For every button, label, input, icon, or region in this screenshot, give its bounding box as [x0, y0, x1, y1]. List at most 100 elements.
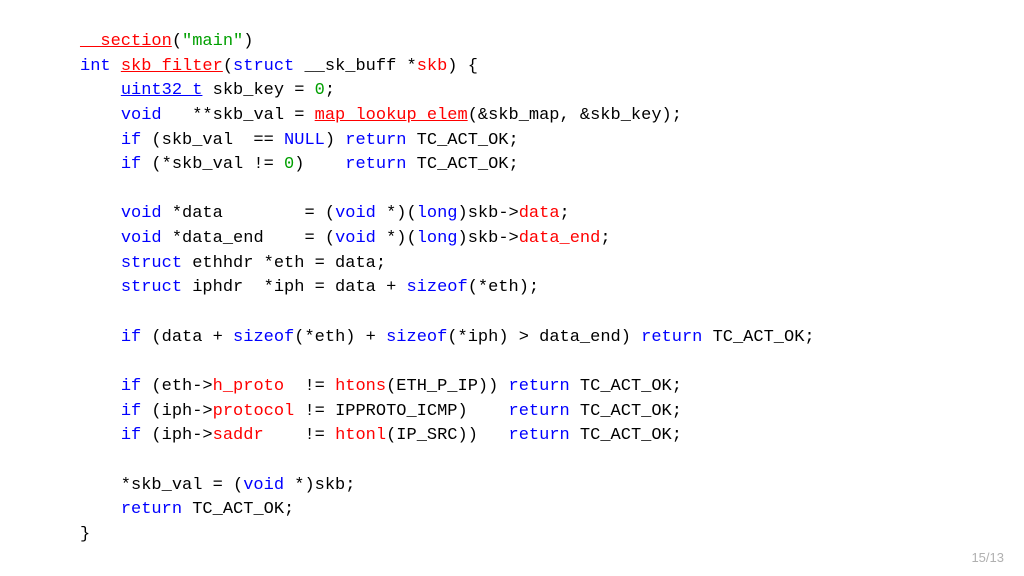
code-line: __section("main") — [80, 30, 815, 55]
code-token: __section — [80, 32, 172, 51]
code-token: *data_end = ( — [162, 229, 335, 248]
code-token: ) — [243, 32, 253, 51]
code-line: struct ethhdr *eth = data; — [80, 252, 815, 277]
code-token: **skb_val = — [162, 106, 315, 125]
code-token: (ETH_P_IP)) — [386, 377, 508, 396]
code-line: struct iphdr *iph = data + sizeof(*eth); — [80, 276, 815, 301]
code-token: if — [121, 155, 141, 174]
code-token: TC_ACT_OK; — [182, 500, 294, 519]
code-line — [80, 301, 815, 326]
code-token: struct — [121, 254, 182, 273]
code-token — [80, 402, 121, 421]
code-token: void — [121, 106, 162, 125]
code-token: TC_ACT_OK; — [406, 131, 518, 150]
code-token: sizeof — [406, 278, 467, 297]
code-token: )skb — [458, 204, 499, 223]
code-token: *)( — [376, 204, 417, 223]
code-token: skb_key = — [202, 81, 314, 100]
code-token: void — [335, 204, 376, 223]
code-token — [80, 377, 121, 396]
code-token: (*eth) + — [294, 328, 386, 347]
code-token: } — [80, 525, 90, 544]
code-token: (*skb_val != — [141, 155, 284, 174]
code-line: void *data = (void *)(long)skb->data; — [80, 202, 815, 227]
code-token: TC_ACT_OK; — [570, 377, 682, 396]
code-token: return — [509, 402, 570, 421]
code-token: TC_ACT_OK; — [406, 155, 518, 174]
code-token: return — [345, 155, 406, 174]
code-token: *)( — [376, 229, 417, 248]
code-token: (eth — [141, 377, 192, 396]
code-token: (data + — [141, 328, 233, 347]
code-token — [80, 451, 90, 470]
code-token: ; — [560, 204, 570, 223]
code-token: struct — [233, 57, 294, 76]
code-line: uint32_t skb_key = 0; — [80, 79, 815, 104]
code-token — [80, 204, 121, 223]
code-token: uint32_t — [121, 81, 203, 100]
code-token: != IPPROTO_ICMP) — [294, 402, 508, 421]
page-number: 15/13 — [971, 549, 1004, 568]
code-line: if (skb_val == NULL) return TC_ACT_OK; — [80, 129, 815, 154]
code-token: TC_ACT_OK; — [702, 328, 814, 347]
code-token: 0 — [284, 155, 294, 174]
code-token: if — [121, 131, 141, 150]
code-token: (*eth); — [468, 278, 539, 297]
code-token: ; — [600, 229, 610, 248]
code-token: *skb_val = ( — [80, 476, 243, 495]
code-line: void *data_end = (void *)(long)skb->data… — [80, 227, 815, 252]
code-token — [80, 352, 90, 371]
code-token: htonl — [335, 426, 386, 445]
code-token: ethhdr *eth = data; — [182, 254, 386, 273]
code-token: return — [509, 426, 570, 445]
code-token — [80, 303, 90, 322]
code-line: int skb_filter(struct __sk_buff *skb) { — [80, 55, 815, 80]
code-token: protocol — [213, 402, 295, 421]
code-token: void — [121, 229, 162, 248]
code-line: return TC_ACT_OK; — [80, 498, 815, 523]
code-token: skb_filter — [121, 57, 223, 76]
code-token: -> — [192, 402, 212, 421]
code-token — [80, 426, 121, 445]
code-line: void **skb_val = map_lookup_elem(&skb_ma… — [80, 104, 815, 129]
code-line: if (iph->protocol != IPPROTO_ICMP) retur… — [80, 400, 815, 425]
code-token: (iph — [141, 426, 192, 445]
code-token: long — [417, 204, 458, 223]
code-line: } — [80, 523, 815, 548]
code-token: if — [121, 402, 141, 421]
code-line — [80, 178, 815, 203]
code-token: data — [519, 204, 560, 223]
code-token: if — [121, 426, 141, 445]
code-token: ) — [325, 131, 345, 150]
code-token: __sk_buff * — [294, 57, 416, 76]
code-token: return — [345, 131, 406, 150]
code-line: if (data + sizeof(*eth) + sizeof(*iph) >… — [80, 326, 815, 351]
code-token: void — [121, 204, 162, 223]
code-token: void — [243, 476, 284, 495]
code-token: -> — [192, 426, 212, 445]
code-token: TC_ACT_OK; — [570, 402, 682, 421]
code-token: sizeof — [386, 328, 447, 347]
code-token: -> — [498, 204, 518, 223]
code-line: if (*skb_val != 0) return TC_ACT_OK; — [80, 153, 815, 178]
code-token: sizeof — [233, 328, 294, 347]
code-line — [80, 449, 815, 474]
code-token: ) { — [447, 57, 478, 76]
code-token: )skb — [458, 229, 499, 248]
code-line: if (iph->saddr != htonl(IP_SRC)) return … — [80, 424, 815, 449]
code-token: if — [121, 377, 141, 396]
code-token — [111, 57, 121, 76]
code-token: != — [264, 426, 335, 445]
code-token: data_end — [519, 229, 601, 248]
code-token — [80, 254, 121, 273]
code-token: ( — [223, 57, 233, 76]
code-line: *skb_val = (void *)skb; — [80, 474, 815, 499]
code-token: ( — [172, 32, 182, 51]
code-token — [80, 229, 121, 248]
code-token: int — [80, 57, 111, 76]
code-token: (IP_SRC)) — [386, 426, 508, 445]
code-token — [80, 328, 121, 347]
code-token: skb — [417, 57, 448, 76]
code-token: ; — [325, 81, 335, 100]
code-token: *data = ( — [162, 204, 335, 223]
